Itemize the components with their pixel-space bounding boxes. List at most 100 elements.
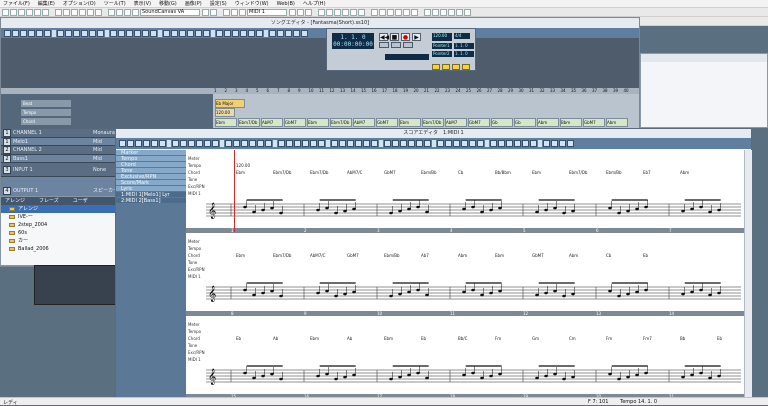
toolbar-button[interactable] — [464, 8, 471, 16]
toolbar-button[interactable] — [167, 140, 171, 147]
toolbar-button[interactable] — [163, 29, 170, 37]
toolbar-button[interactable] — [289, 8, 296, 16]
toolbar-button[interactable] — [212, 140, 219, 147]
conductor-grid[interactable]: Eb Major 120.00 Ebm Ebm7/Db AbM7 GbM7 Ebm Ebm7/… — [213, 94, 639, 129]
toolbar-button[interactable] — [132, 8, 139, 16]
toolbar-button[interactable] — [567, 140, 574, 147]
toolbar-button[interactable] — [530, 140, 537, 147]
chord-cell[interactable]: Gb — [514, 118, 536, 127]
chord-cell[interactable]: Ebm7/Db — [422, 118, 444, 127]
toolbar-button[interactable] — [339, 140, 346, 147]
arrange-item[interactable]: 2step_2004 — [1, 221, 119, 229]
toolbar-button[interactable] — [257, 140, 264, 147]
toolbar-button[interactable] — [269, 29, 276, 37]
toolbar-button[interactable] — [28, 29, 35, 37]
toolbar-button[interactable] — [116, 8, 123, 16]
chord-cell[interactable]: AbM7 — [445, 118, 467, 127]
playhead-line[interactable] — [234, 150, 235, 232]
score-vertical-scrollbar[interactable] — [744, 150, 752, 400]
toolbar-button[interactable] — [248, 29, 255, 37]
toolbar-button[interactable] — [195, 29, 202, 37]
toolbar-button[interactable] — [240, 29, 247, 37]
toolbar-button[interactable] — [2, 8, 9, 16]
toolbar-button[interactable] — [408, 140, 415, 147]
beat-display[interactable]: 4/4 — [454, 33, 470, 39]
toolbar-button[interactable] — [416, 140, 423, 147]
punch-button[interactable] — [391, 42, 401, 48]
rewind-button[interactable]: ◀◀ — [379, 33, 389, 41]
toolbar-button[interactable] — [105, 29, 109, 37]
chord-cell[interactable]: Ebm7/Db — [238, 118, 260, 127]
menu-item[interactable]: 編集(E) — [38, 0, 55, 7]
chord-cell[interactable]: Bbm — [560, 118, 582, 127]
score-page[interactable]: Meter Tempo Chord Tone Exc/RPN MIDI 1 120.00 Eb… — [186, 150, 744, 400]
toolbar-button[interactable] — [232, 29, 239, 37]
toolbar-button[interactable] — [36, 29, 43, 37]
toolbar-button[interactable] — [103, 9, 107, 16]
toolbar-button[interactable] — [310, 140, 317, 147]
toolbar-button[interactable] — [97, 29, 104, 37]
toolbar-button[interactable] — [249, 140, 256, 147]
marker-button-3[interactable] — [452, 64, 460, 70]
toolbar-button[interactable] — [12, 29, 19, 37]
toolbar-button[interactable] — [461, 140, 468, 147]
toolbar-button[interactable] — [456, 8, 463, 16]
toolbar-button[interactable] — [514, 140, 521, 147]
toolbar-button[interactable] — [392, 140, 399, 147]
menu-item[interactable]: ウィンドウ(W) — [235, 0, 269, 7]
toolbar-button[interactable] — [297, 8, 304, 16]
chord-cell[interactable]: Ebm — [307, 118, 329, 127]
tempo-display[interactable]: 120.00 — [432, 33, 452, 41]
menu-item[interactable]: ヘルプ(H) — [303, 0, 326, 7]
menu-item[interactable]: ファイル(F) — [3, 0, 30, 7]
toolbar-button[interactable] — [485, 140, 489, 147]
play-button[interactable]: ▶ — [412, 33, 421, 41]
marker-button-1[interactable] — [432, 64, 440, 70]
toolbar-button[interactable] — [188, 140, 195, 147]
toolbar-button[interactable] — [285, 29, 292, 37]
toolbar-button[interactable] — [363, 140, 370, 147]
toolbar-button[interactable] — [172, 140, 179, 147]
toolbar-button[interactable] — [150, 29, 157, 37]
toolbar-button[interactable] — [233, 140, 240, 147]
toolbar-button[interactable] — [63, 8, 70, 16]
arrange-item[interactable]: アレンジ — [1, 205, 119, 213]
toolbar-button[interactable] — [57, 29, 64, 37]
toolbar-button[interactable] — [419, 9, 423, 16]
toolbar-button[interactable] — [358, 8, 365, 16]
toolbar-button[interactable] — [437, 140, 444, 147]
toolbar-button[interactable] — [278, 140, 285, 147]
staff[interactable]: 𝄞 — [186, 281, 744, 309]
toolbar-button[interactable] — [559, 140, 566, 147]
toolbar-button[interactable] — [293, 29, 300, 37]
toolbar-button[interactable] — [432, 140, 436, 147]
toolbar-button[interactable] — [239, 8, 246, 16]
toolbar-button[interactable] — [42, 8, 49, 16]
toolbar-button[interactable] — [384, 140, 391, 147]
toolbar-button[interactable] — [342, 8, 349, 16]
toolbar-button[interactable] — [379, 8, 386, 16]
port-combo[interactable]: MIDI 1 — [247, 8, 287, 16]
toolbar-button[interactable] — [302, 140, 309, 147]
toolbar-button[interactable] — [204, 140, 211, 147]
toolbar-button[interactable] — [44, 29, 51, 37]
toolbar-button[interactable] — [108, 8, 115, 16]
toolbar-button[interactable] — [366, 9, 370, 16]
key-tag[interactable]: Eb Major — [215, 99, 245, 108]
toolbar-button[interactable] — [334, 8, 341, 16]
toolbar-button[interactable] — [52, 29, 56, 37]
chord-cell[interactable]: GbM7 — [583, 118, 605, 127]
toolbar-button[interactable] — [224, 29, 231, 37]
score-editor-title[interactable]: スコアエディタ 1:MIDI 1 — [116, 129, 751, 138]
arrange-item[interactable]: カー — [1, 237, 119, 245]
toolbar-button[interactable] — [187, 29, 194, 37]
track-port[interactable]: Mid — [93, 139, 102, 145]
toolbar-button[interactable] — [196, 140, 203, 147]
toolbar-button[interactable] — [134, 29, 141, 37]
toolbar-button[interactable] — [326, 140, 330, 147]
toolbar-button[interactable] — [294, 140, 301, 147]
stop-button[interactable]: ■ — [390, 33, 399, 41]
toolbar-button[interactable] — [151, 140, 158, 147]
toolbar-button[interactable] — [498, 140, 505, 147]
toolbar-button[interactable] — [445, 140, 452, 147]
